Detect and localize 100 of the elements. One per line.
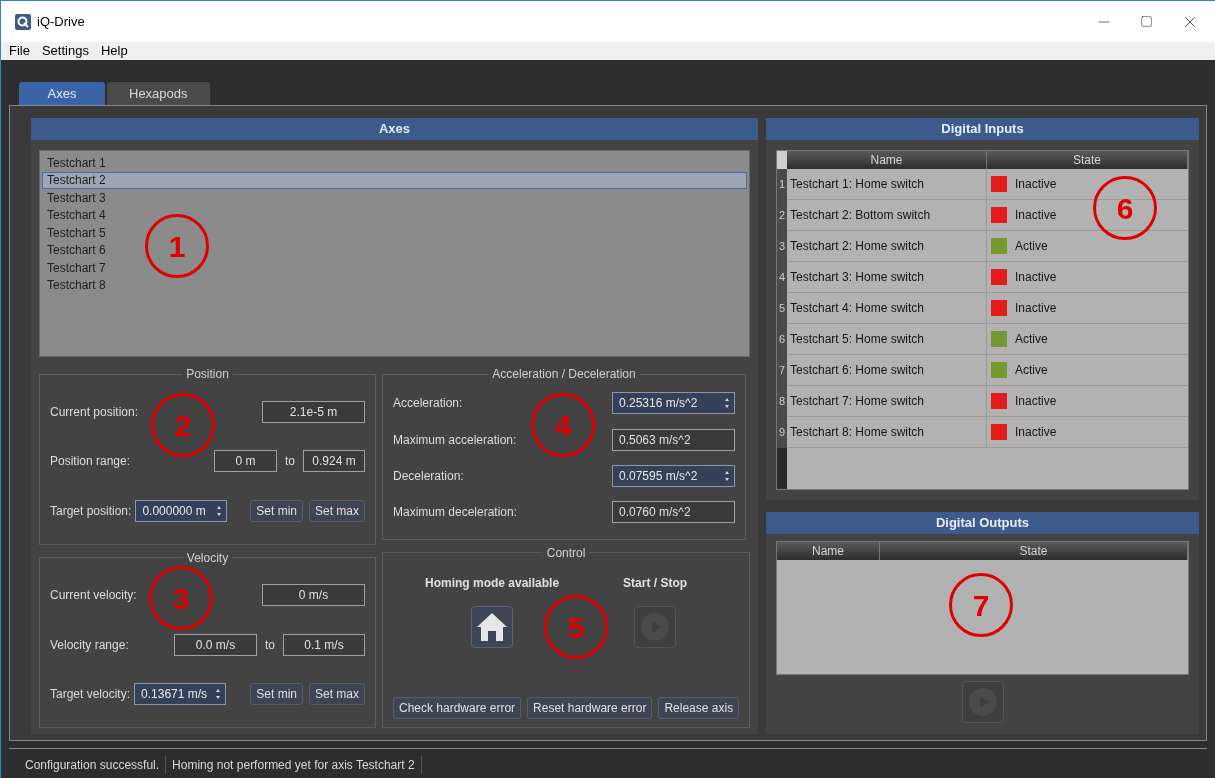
row-number: 5 [777, 293, 787, 324]
table-cell: Testchart 5: Home switch [787, 324, 987, 354]
axis-list-item[interactable]: Testchart 7 [42, 259, 111, 277]
menu-item[interactable]: Help [96, 41, 132, 61]
small-button[interactable]: Set max [309, 683, 365, 706]
axis-list-item[interactable]: Testchart 5 [42, 224, 111, 242]
callout-number: 2 [151, 393, 215, 457]
value-field: 0 m/s [262, 584, 365, 607]
tab[interactable]: Axes [19, 82, 105, 105]
field-label: Target position: [50, 502, 132, 520]
column-header[interactable]: Name [787, 151, 987, 169]
table-cell: Testchart 4: Home switch [787, 293, 987, 323]
callout-number: 5 [544, 595, 608, 659]
field-label: Position range: [50, 453, 132, 471]
spin-box[interactable]: 0.25316 m/s^2 [612, 392, 735, 415]
table-cell: Testchart 3: Home switch [787, 262, 987, 292]
table-corner [777, 151, 787, 169]
column-header[interactable]: State [987, 151, 1188, 169]
field-label: Current position: [50, 403, 139, 421]
table-cell: Testchart 6: Home switch [787, 355, 987, 385]
panel-header: Axes [31, 118, 758, 140]
table-cell: Testchart 8: Home switch [787, 417, 987, 447]
row-number: 6 [777, 324, 787, 355]
field-label: Maximum deceleration: [393, 504, 518, 522]
callout-number: 6 [1093, 176, 1157, 240]
panel-header: Digital Inputs [766, 118, 1199, 140]
status-message: Configuration successful. [19, 756, 167, 774]
table-cell-text: Active [1015, 238, 1048, 255]
column-header[interactable]: Name [777, 542, 880, 560]
small-button[interactable]: Set min [250, 683, 303, 706]
field-label: Deceleration: [393, 467, 464, 485]
table-cell-text: Inactive [1015, 269, 1057, 286]
row-number: 4 [777, 262, 787, 293]
group-title: Control [545, 544, 587, 562]
status-message: Homing not performed yet for axis Testchart 2 [166, 756, 422, 774]
small-button[interactable]: Set max [309, 499, 365, 522]
home-icon [476, 611, 509, 642]
field-label: Target velocity: [50, 686, 131, 704]
value-field: 0.924 m [303, 450, 365, 473]
spin-box[interactable]: 0.07595 m/s^2 [612, 464, 735, 487]
table-cell-text: Inactive [1015, 176, 1057, 193]
table-cell-text: Inactive [1015, 424, 1057, 441]
axis-list-item[interactable]: Testchart 2 [42, 171, 747, 189]
table-cell-text: Inactive [1015, 207, 1057, 224]
panel-header: Digital Outputs [766, 512, 1199, 534]
table-cell: Testchart 1: Home switch [787, 169, 987, 199]
small-button[interactable]: Set min [250, 499, 303, 522]
table-cell-text: Active [1015, 331, 1048, 348]
callout-number: 4 [531, 393, 595, 457]
homing-label: Homing mode available [425, 574, 560, 592]
row-number: 8 [777, 386, 787, 417]
field-label: Current velocity: [50, 587, 137, 605]
callout-number: 3 [149, 566, 213, 630]
small-button[interactable]: Check hardware error [393, 697, 522, 719]
group-title: Position [185, 366, 230, 383]
column-header[interactable]: State [880, 542, 1188, 560]
home-button[interactable] [471, 605, 514, 648]
axis-list-item[interactable]: Testchart 6 [42, 241, 111, 259]
tab[interactable]: Hexapods [107, 82, 210, 105]
field-label: Maximum acceleration: [393, 431, 517, 449]
value-field: 0.1 m/s [283, 633, 365, 656]
value-field: 2.1e-5 m [262, 400, 365, 423]
maximize-icon[interactable] [1140, 15, 1153, 28]
spin-arrows-icon[interactable] [216, 504, 223, 517]
value-field: 0.0 m/s [174, 633, 257, 656]
app-logo-icon [15, 13, 31, 30]
table-cell-text: Inactive [1015, 300, 1057, 317]
field-label: Velocity range: [50, 636, 130, 654]
row-number: 2 [777, 200, 787, 231]
start-stop-label: Start / Stop [623, 574, 688, 592]
small-button[interactable]: Reset hardware error [527, 697, 653, 719]
table-cell: Testchart 7: Home switch [787, 386, 987, 416]
table-cell-text: Inactive [1015, 393, 1057, 410]
spin-arrows-icon[interactable] [215, 688, 222, 701]
small-button[interactable]: Release axis [658, 697, 740, 719]
callout-number: 7 [949, 573, 1013, 637]
value-field: 0 m [214, 450, 277, 473]
row-number: 7 [777, 355, 787, 386]
value-field: 0.0760 m/s^2 [612, 501, 735, 524]
spin-arrows-icon[interactable] [724, 469, 730, 482]
axis-list-item[interactable]: Testchart 4 [42, 206, 111, 224]
range-separator: to [264, 636, 276, 654]
spin-box[interactable]: 0.13671 m/s [134, 683, 227, 706]
table-cell: Testchart 2: Home switch [787, 231, 987, 261]
axis-list-item[interactable]: Testchart 1 [42, 154, 111, 172]
menu-item[interactable]: Settings [37, 41, 93, 61]
row-number: 9 [777, 417, 787, 448]
spin-arrows-icon[interactable] [724, 397, 730, 410]
window-title: iQ-Drive [37, 12, 85, 31]
axis-list-item[interactable]: Testchart 3 [42, 189, 111, 207]
axis-list-item[interactable]: Testchart 8 [42, 276, 111, 294]
group-title: Velocity [185, 549, 230, 567]
table-cell: Testchart 2: Bottom switch [787, 200, 987, 230]
menu-item[interactable]: File [5, 41, 34, 61]
spin-box[interactable]: 0.000000 m [135, 499, 228, 522]
range-separator: to [284, 453, 296, 471]
table-cell-text: Active [1015, 362, 1048, 379]
group-title: Acceleration / Deceleration [491, 366, 637, 383]
callout-number: 1 [145, 214, 209, 278]
value-field: 0.5063 m/s^2 [612, 428, 735, 451]
